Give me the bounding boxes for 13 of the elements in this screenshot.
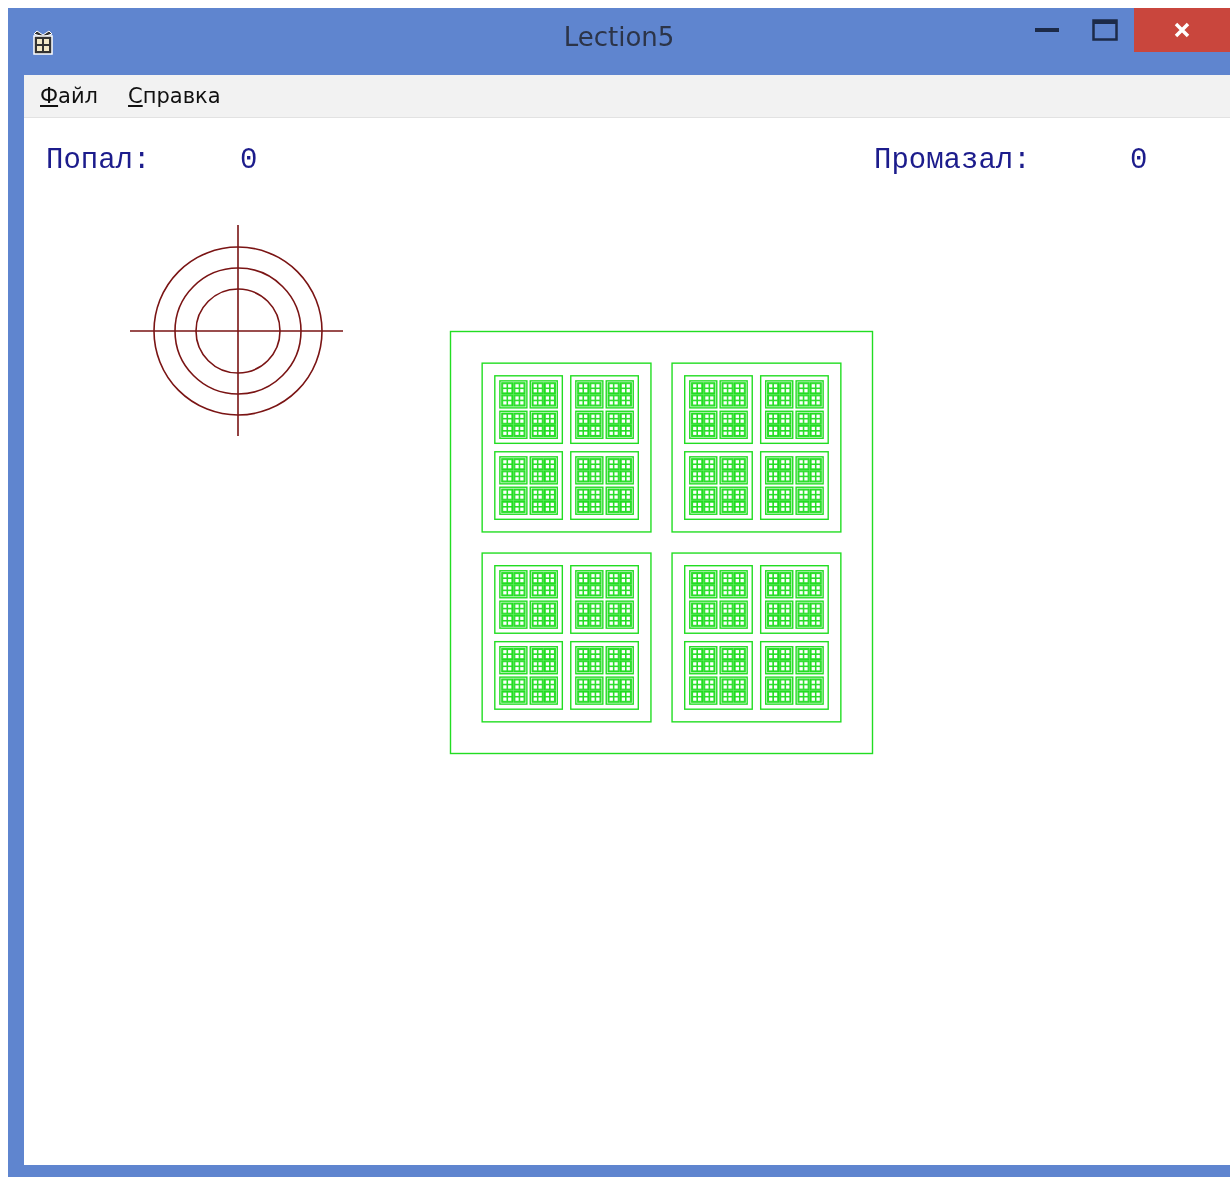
- menu-item[interactable]: Справка: [128, 84, 221, 108]
- menu-item[interactable]: Файл: [40, 84, 99, 108]
- misses-label: Промазал:: [874, 144, 1031, 177]
- hits-value: 0: [240, 144, 258, 177]
- misses-value: 0: [1130, 144, 1148, 177]
- crosshair-target-icon: [129, 224, 344, 437]
- close-icon: [1173, 22, 1191, 38]
- minimize-icon: [1035, 27, 1059, 33]
- gift-box-icon: [32, 28, 54, 55]
- close-button[interactable]: [1134, 8, 1230, 52]
- window-title: Lection5: [562, 22, 676, 52]
- hits-label: Попал:: [46, 144, 151, 177]
- maximize-icon: [1092, 19, 1118, 41]
